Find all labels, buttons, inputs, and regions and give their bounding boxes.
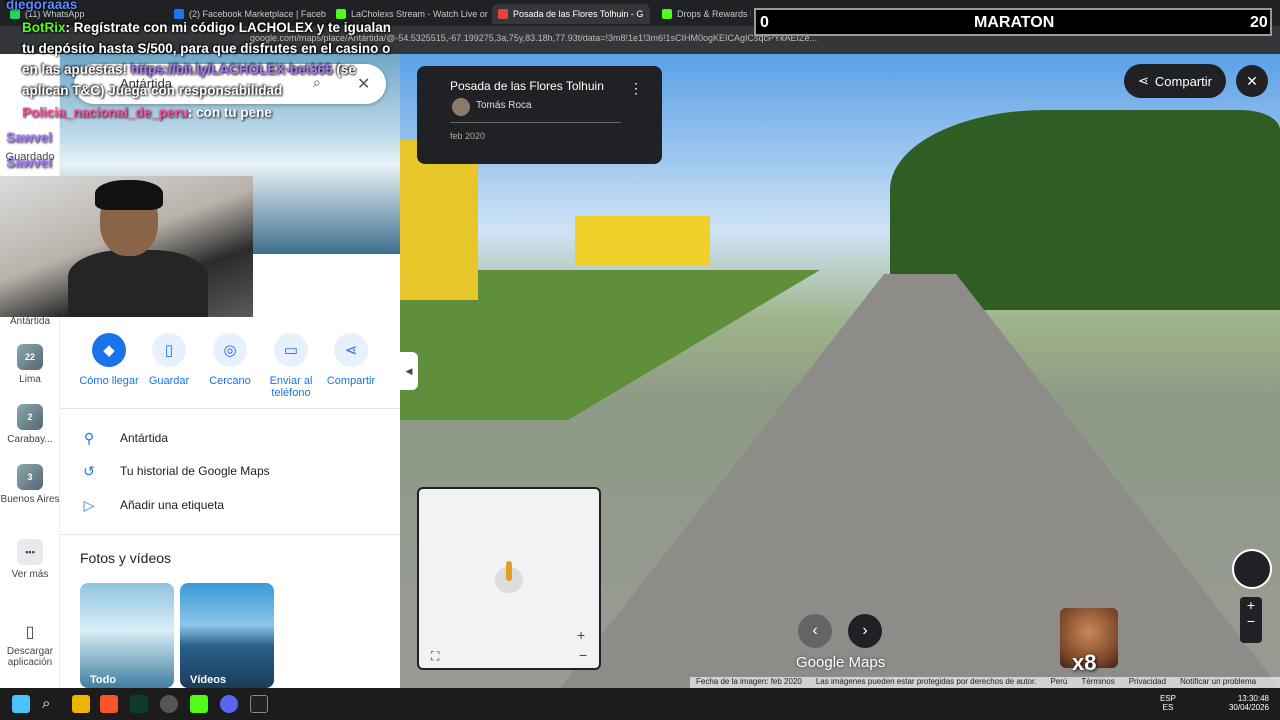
more-vert-icon[interactable]: ⋮	[629, 80, 643, 97]
minimap-zoom-in[interactable]: +	[577, 627, 585, 643]
nav-forward-arrow[interactable]: ›	[848, 614, 882, 648]
brave-browser-icon[interactable]	[100, 695, 118, 713]
share-icon: ⋖	[334, 333, 368, 367]
sv-close-button[interactable]: ✕	[1236, 65, 1268, 97]
zoom-out-icon[interactable]: −	[1240, 613, 1262, 629]
epic-games-icon[interactable]	[250, 695, 268, 713]
row-history[interactable]: ↺ Tu historial de Google Maps	[80, 459, 270, 483]
rail-more[interactable]: ••• Ver más	[0, 539, 60, 580]
label-icon: ▷	[83, 496, 95, 513]
location-pin-icon: ⚲	[83, 429, 95, 446]
collapse-panel-button[interactable]: ◀	[400, 352, 418, 390]
send-phone-icon: ▭	[274, 333, 308, 367]
chat-user: Sawvel	[6, 155, 52, 170]
zoom-control[interactable]: + −	[1240, 597, 1262, 643]
clock[interactable]: 13:30:48 30/04/2026	[1225, 694, 1269, 712]
chat-message-botrix: BotRix: Regístrate con mi código LACHOLE…	[22, 20, 392, 98]
score-left: 0	[760, 14, 769, 31]
photos-heading: Fotos y vídeos	[80, 550, 172, 566]
send-to-phone-button[interactable]: ▭ Enviar al teléfono	[261, 333, 321, 399]
sv-author[interactable]: Tomás Roca	[476, 100, 532, 111]
divider	[60, 534, 400, 535]
author-avatar[interactable]	[452, 98, 470, 116]
rail-item-lima[interactable]: 22 Lima	[0, 344, 60, 385]
directions-icon: ◆	[92, 333, 126, 367]
directions-button[interactable]: ◆ Cómo llegar	[79, 333, 139, 387]
chat-message-policia: Policia_nacional_de_peru: con tu pene	[22, 105, 272, 120]
photo-videos[interactable]: Vídeos	[180, 583, 274, 688]
rail-item-carabayllo[interactable]: 2 Carabay...	[0, 404, 60, 445]
multiplier-label: x8	[1072, 650, 1097, 675]
house-left	[400, 140, 478, 300]
maraton-scoreboard: 0 MARATON 20	[754, 8, 1272, 36]
row-add-label[interactable]: ▷ Añadir una etiqueta	[80, 493, 224, 517]
lima-thumbnail-icon: 22	[17, 344, 43, 370]
yellow-house	[575, 216, 710, 266]
rail-download-app[interactable]: ▯ Descargar aplicación	[0, 622, 60, 668]
screen: (11) WhatsApp (2) Facebook Marketplace |…	[0, 0, 1280, 720]
compass-icon[interactable]	[1232, 549, 1272, 589]
pegman-figure	[506, 561, 512, 581]
minimap-zoom-out[interactable]: −	[579, 647, 587, 663]
fullscreen-icon[interactable]: ⛶	[431, 649, 439, 664]
divider	[450, 122, 621, 123]
maps-side-rail: Guardado Antártida 22 Lima 2 Carabay... 3B…	[0, 54, 60, 688]
kick-icon[interactable]	[190, 695, 208, 713]
discord-icon[interactable]	[220, 695, 238, 713]
history-icon: ↺	[83, 462, 95, 479]
terminal-icon[interactable]	[130, 695, 148, 713]
chat-user: diegoraaas	[6, 0, 78, 12]
maps-pin-icon	[498, 9, 508, 19]
obs-icon[interactable]	[160, 695, 178, 713]
nearby-button[interactable]: ◎ Cercano	[200, 333, 260, 387]
scoreboard-title: MARATON	[974, 14, 1055, 31]
google-maps-logo: Google Maps	[796, 654, 886, 671]
tab-google-maps[interactable]: Posada de las Flores Tolhuin - G	[492, 4, 650, 24]
share-icon: ⋖	[1138, 73, 1149, 88]
webcam-person-body	[68, 250, 208, 317]
phone-icon: ▯	[25, 624, 35, 641]
language-indicator[interactable]: ESP ES	[1160, 694, 1176, 712]
rail-item-buenos-aires[interactable]: 3 Buenos Aires	[0, 464, 60, 505]
buenos-aires-thumbnail-icon: 3	[17, 464, 43, 490]
windows-start-icon[interactable]	[12, 695, 30, 713]
chat-user: Sawvel	[6, 130, 52, 145]
zoom-in-icon[interactable]: +	[1240, 597, 1262, 613]
tab-kick-drops[interactable]: Drops & Rewards Inventory - Kick St	[656, 4, 751, 24]
save-button[interactable]: ▯ Guardar	[139, 333, 199, 387]
share-button[interactable]: ⋖ Compartir	[321, 333, 381, 387]
nearby-icon: ◎	[213, 333, 247, 367]
sv-date[interactable]: feb 2020	[450, 131, 485, 141]
mini-map[interactable]: ⛶ + −	[417, 487, 601, 670]
bookmark-icon: ▯	[152, 333, 186, 367]
score-right: 20	[1250, 14, 1268, 31]
rail-antarctica-label[interactable]: Antártida	[0, 316, 60, 327]
sv-share-button[interactable]: ⋖ Compartir	[1124, 64, 1226, 98]
webcam-person-hair	[95, 180, 163, 210]
kick-icon	[662, 9, 672, 19]
sv-place-title[interactable]: Posada de las Flores Tolhuin	[450, 79, 604, 93]
street-view-info-card: Posada de las Flores Tolhuin Tomás Roca …	[417, 66, 662, 164]
search-icon[interactable]: ⌕	[42, 695, 60, 713]
photo-all[interactable]: Todo	[80, 583, 174, 688]
carabayllo-thumbnail-icon: 2	[17, 404, 43, 430]
more-dots-icon: •••	[17, 539, 43, 565]
map-footer: Fecha de la imagen: feb 2020 Las imágene…	[690, 677, 1280, 688]
row-location[interactable]: ⚲ Antártida	[80, 426, 168, 450]
divider	[60, 408, 400, 409]
file-explorer-icon[interactable]	[72, 695, 90, 713]
nav-back-arrow[interactable]: ‹	[798, 614, 832, 648]
